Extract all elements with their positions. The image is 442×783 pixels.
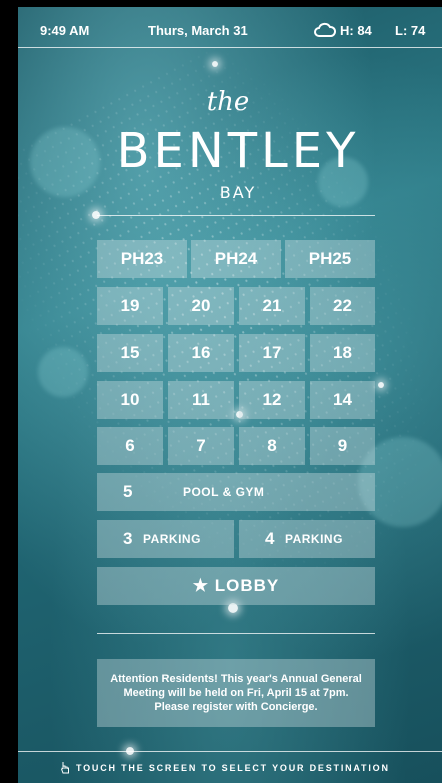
status-divider — [18, 47, 442, 48]
kiosk-screen: 9:49 AM Thurs, March 31 H: 84 L: 74 the … — [18, 7, 442, 783]
bokeh-light — [38, 347, 88, 397]
announcement-notice: Attention Residents! This year's Annual … — [97, 659, 375, 727]
floor-button-15[interactable]: 15 — [97, 334, 163, 372]
footer-text: TOUCH THE SCREEN TO SELECT YOUR DESTINAT… — [76, 763, 390, 773]
current-date: Thurs, March 31 — [148, 23, 248, 38]
floor-button-3-parking[interactable]: 3 PARKING — [97, 520, 234, 558]
logo-divider — [97, 215, 375, 216]
floor-label: PARKING — [284, 532, 343, 546]
floor-button-21[interactable]: 21 — [239, 287, 305, 325]
floor-button-20[interactable]: 20 — [168, 287, 234, 325]
floor-button-ph24[interactable]: PH24 — [191, 240, 281, 278]
temperature-high: H: 84 — [340, 23, 372, 38]
clock-time: 9:49 AM — [40, 23, 90, 38]
floor-button-8[interactable]: 8 — [239, 427, 305, 465]
floor-button-16[interactable]: 16 — [168, 334, 234, 372]
floor-button-9[interactable]: 9 — [310, 427, 375, 465]
bokeh-light — [30, 127, 100, 197]
floor-button-ph23[interactable]: PH23 — [97, 240, 187, 278]
floor-button-17[interactable]: 17 — [239, 334, 305, 372]
logo-subtitle: BAY — [219, 183, 257, 202]
hand-pointer-icon — [60, 761, 70, 778]
floor-button-12[interactable]: 12 — [239, 381, 305, 419]
floor-button-18[interactable]: 18 — [310, 334, 375, 372]
floor-button-19[interactable]: 19 — [97, 287, 163, 325]
status-bar: 9:49 AM Thurs, March 31 H: 84 L: 74 — [18, 21, 442, 43]
logo-the: the — [206, 87, 250, 117]
light-dot — [378, 382, 384, 388]
lobby-button[interactable]: ★ LOBBY — [97, 567, 375, 605]
notice-divider — [97, 633, 375, 634]
footer-divider — [18, 751, 442, 752]
floor-button-22[interactable]: 22 — [310, 287, 375, 325]
light-dot — [212, 61, 218, 67]
logo-name: BENTLEY — [116, 123, 360, 179]
floor-button-14[interactable]: 14 — [310, 381, 375, 419]
floor-button-6[interactable]: 6 — [97, 427, 163, 465]
floor-button-5-pool-gym[interactable]: 5 POOL & GYM — [97, 473, 375, 511]
kiosk-frame: 9:49 AM Thurs, March 31 H: 84 L: 74 the … — [0, 0, 442, 783]
floor-button-ph25[interactable]: PH25 — [285, 240, 375, 278]
temperature-low: L: 74 — [395, 23, 426, 38]
cloud-icon — [314, 21, 337, 42]
floor-number: 3 — [123, 529, 133, 548]
floor-button-4-parking[interactable]: 4 PARKING — [239, 520, 375, 558]
floor-label: PARKING — [142, 532, 201, 546]
floor-button-11[interactable]: 11 — [168, 381, 234, 419]
floor-number: 4 — [265, 529, 275, 548]
floor-button-7[interactable]: 7 — [168, 427, 234, 465]
floor-label: POOL & GYM — [182, 485, 265, 499]
floor-number: 5 — [123, 482, 133, 501]
floor-button-10[interactable]: 10 — [97, 381, 163, 419]
